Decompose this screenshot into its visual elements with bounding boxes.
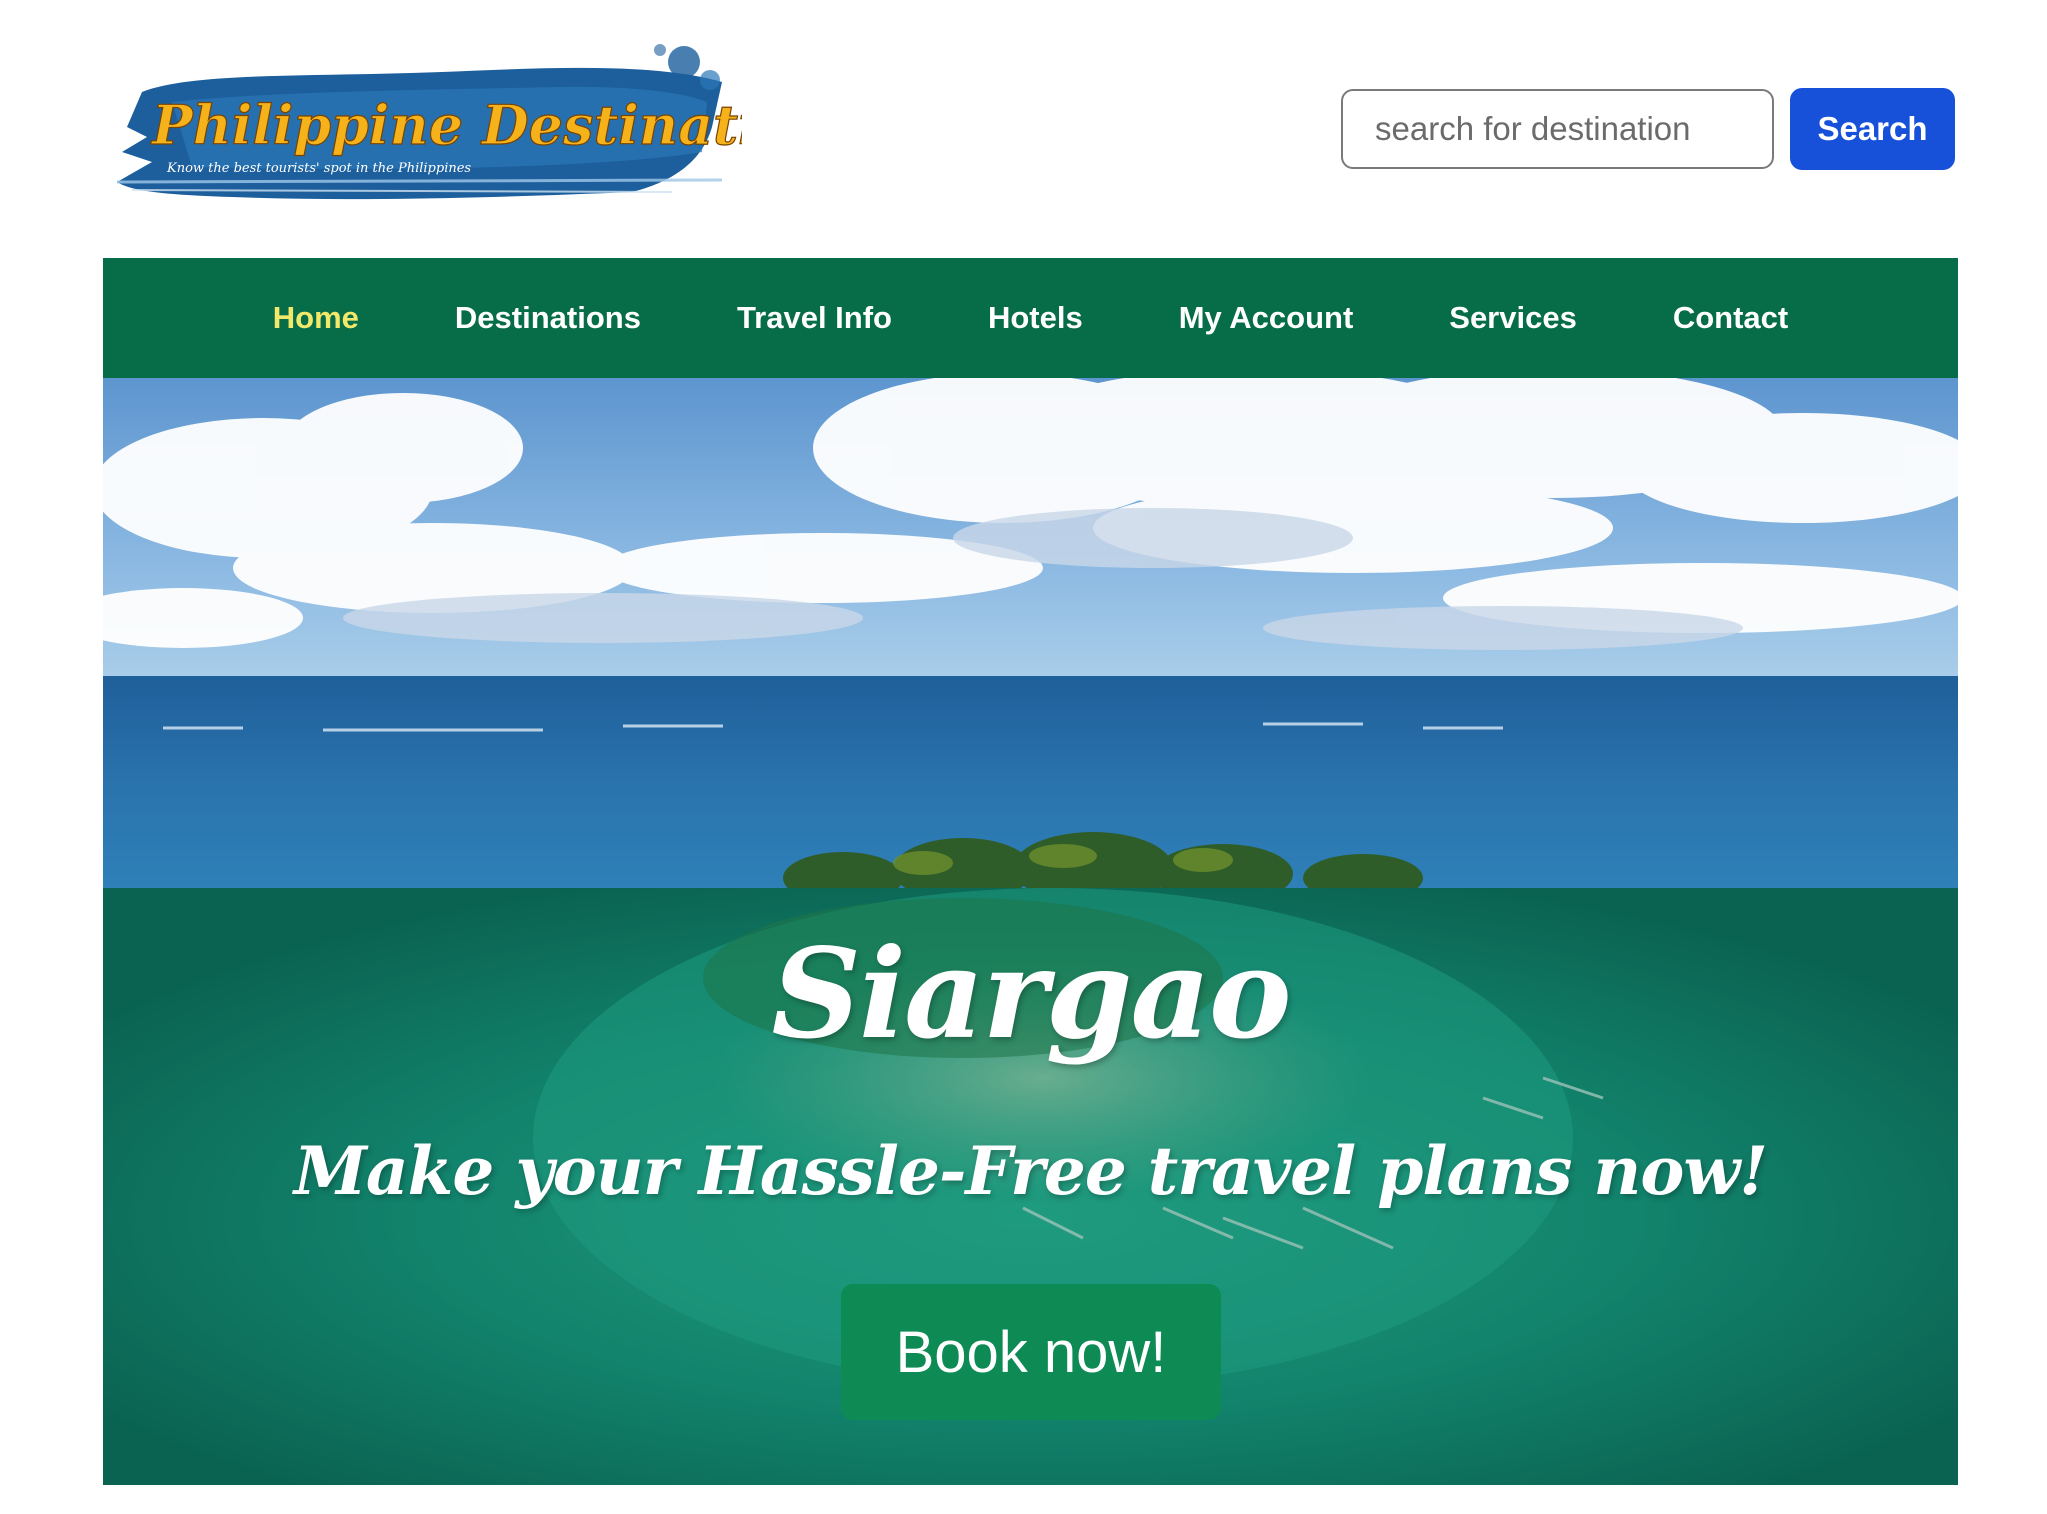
book-now-button[interactable]: Book now!: [841, 1284, 1221, 1420]
nav-list: Home Destinations Travel Info Hotels My …: [225, 300, 1836, 336]
site-logo[interactable]: Philippine Destination Know the best tou…: [112, 32, 742, 207]
logo-graphic: Philippine Destination Know the best tou…: [116, 44, 742, 200]
logo-tagline: Know the best tourists' spot in the Phil…: [166, 161, 471, 176]
hero-banner: Siargao Make your Hassle-Free travel pla…: [103, 378, 1958, 1485]
search-input[interactable]: [1341, 89, 1774, 169]
nav-item-services[interactable]: Services: [1401, 300, 1625, 336]
hero-subtitle: Make your Hassle-Free travel plans now!: [293, 1132, 1768, 1210]
nav-item-home[interactable]: Home: [225, 300, 407, 336]
main-nav: Home Destinations Travel Info Hotels My …: [103, 258, 1958, 378]
search-form: Search: [1341, 88, 1955, 170]
nav-item-my-account[interactable]: My Account: [1131, 300, 1402, 336]
nav-item-contact[interactable]: Contact: [1625, 300, 1836, 336]
nav-item-hotels[interactable]: Hotels: [940, 300, 1131, 336]
logo-text: Philippine Destination: [150, 93, 742, 157]
nav-item-travel-info[interactable]: Travel Info: [689, 300, 940, 336]
nav-item-destinations[interactable]: Destinations: [407, 300, 689, 336]
search-button[interactable]: Search: [1790, 88, 1955, 170]
page: Philippine Destination Know the best tou…: [0, 0, 2047, 1514]
hero-title: Siargao: [771, 922, 1291, 1067]
